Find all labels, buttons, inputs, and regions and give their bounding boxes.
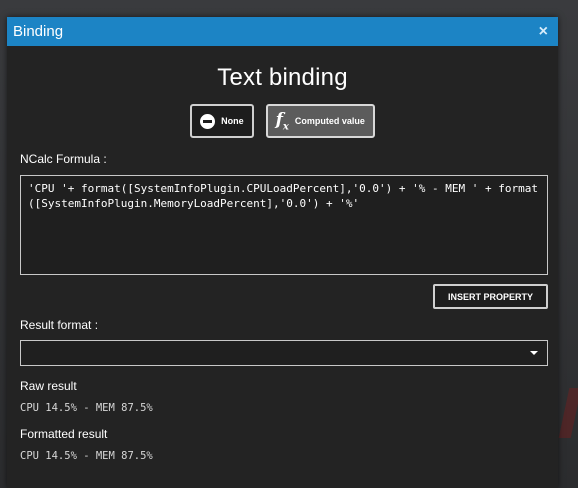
computed-value-label: Computed value [294,116,365,126]
close-icon[interactable]: × [535,23,552,41]
raw-result-value: CPU 14.5% - MEM 87.5% [20,402,153,414]
result-format-label: Result format : [20,318,99,332]
no-entry-icon [200,113,216,129]
function-icon: fx [275,109,289,133]
computed-value-button[interactable]: fx Computed value [265,104,375,138]
background-decoration [558,388,578,438]
dialog-titlebar: Binding × [7,17,558,46]
none-mode-label: None [221,116,244,126]
formula-input[interactable]: 'CPU '+ format([SystemInfoPlugin.CPULoad… [20,175,548,275]
result-format-select[interactable] [20,340,548,366]
dialog-title: Binding [13,23,64,40]
formatted-result-value: CPU 14.5% - MEM 87.5% [20,450,153,462]
raw-result-label: Raw result [20,379,77,393]
binding-mode-toggle: None fx Computed value [7,104,558,138]
formatted-result-label: Formatted result [20,427,108,441]
binding-dialog: Binding × Text binding None fx Computed … [7,17,558,488]
chevron-down-icon [530,351,538,355]
none-mode-button[interactable]: None [190,104,254,138]
page-title: Text binding [217,64,348,91]
formula-label: NCalc Formula : [20,152,107,166]
insert-property-button[interactable]: INSERT PROPERTY [432,284,548,309]
